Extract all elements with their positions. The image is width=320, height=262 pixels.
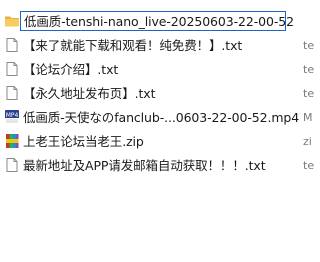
file-row[interactable]: 【来了就能下载和观看！纯免费！】.txt te	[0, 34, 314, 58]
text-file-icon	[4, 37, 20, 53]
folder-icon	[4, 13, 20, 29]
file-type: te	[303, 39, 315, 52]
file-type: te	[303, 87, 315, 100]
file-row-folder[interactable]: 低画质-tenshi-nano_live-20250603-22-00-52	[0, 10, 310, 34]
file-name: 【来了就能下载和观看！纯免费！】.txt	[23, 38, 243, 53]
file-row[interactable]: 【论坛介绍】.txt te	[0, 58, 314, 82]
file-name: 【论坛介绍】.txt	[23, 62, 119, 77]
rename-input[interactable]: 低画质-tenshi-nano_live-20250603-22-00-52	[20, 11, 294, 31]
file-row[interactable]: MP4 低画质-天使なのfanclub-...0603-22-00-52.mp4…	[0, 106, 313, 130]
file-type: te	[303, 63, 315, 76]
file-name: 上老王论坛当老王.zip	[23, 134, 144, 149]
mp4-file-icon: MP4	[4, 109, 20, 125]
file-name: 【永久地址发布页】.txt	[23, 86, 156, 101]
file-row[interactable]: 最新地址及APP请发邮箱自动获取！！！.txt te	[0, 154, 314, 178]
file-type: zi	[303, 135, 312, 148]
file-row[interactable]: 上老王论坛当老王.zip zi	[0, 130, 312, 154]
text-file-icon	[4, 61, 20, 77]
text-file-icon	[4, 157, 20, 173]
file-list: 低画质-tenshi-nano_live-20250603-22-00-52 【…	[0, 10, 314, 178]
svg-text:MP4: MP4	[6, 112, 19, 119]
file-row[interactable]: 【永久地址发布页】.txt te	[0, 82, 314, 106]
file-name: 最新地址及APP请发邮箱自动获取！！！.txt	[23, 158, 266, 173]
file-type: te	[303, 159, 315, 172]
zip-file-icon	[4, 133, 20, 149]
file-name[interactable]: 低画质-tenshi-nano_live-20250603-22-00-52	[24, 13, 294, 30]
file-name: 低画质-天使なのfanclub-...0603-22-00-52.mp4	[23, 110, 300, 125]
text-file-icon	[4, 85, 20, 101]
file-type: M	[303, 111, 313, 124]
